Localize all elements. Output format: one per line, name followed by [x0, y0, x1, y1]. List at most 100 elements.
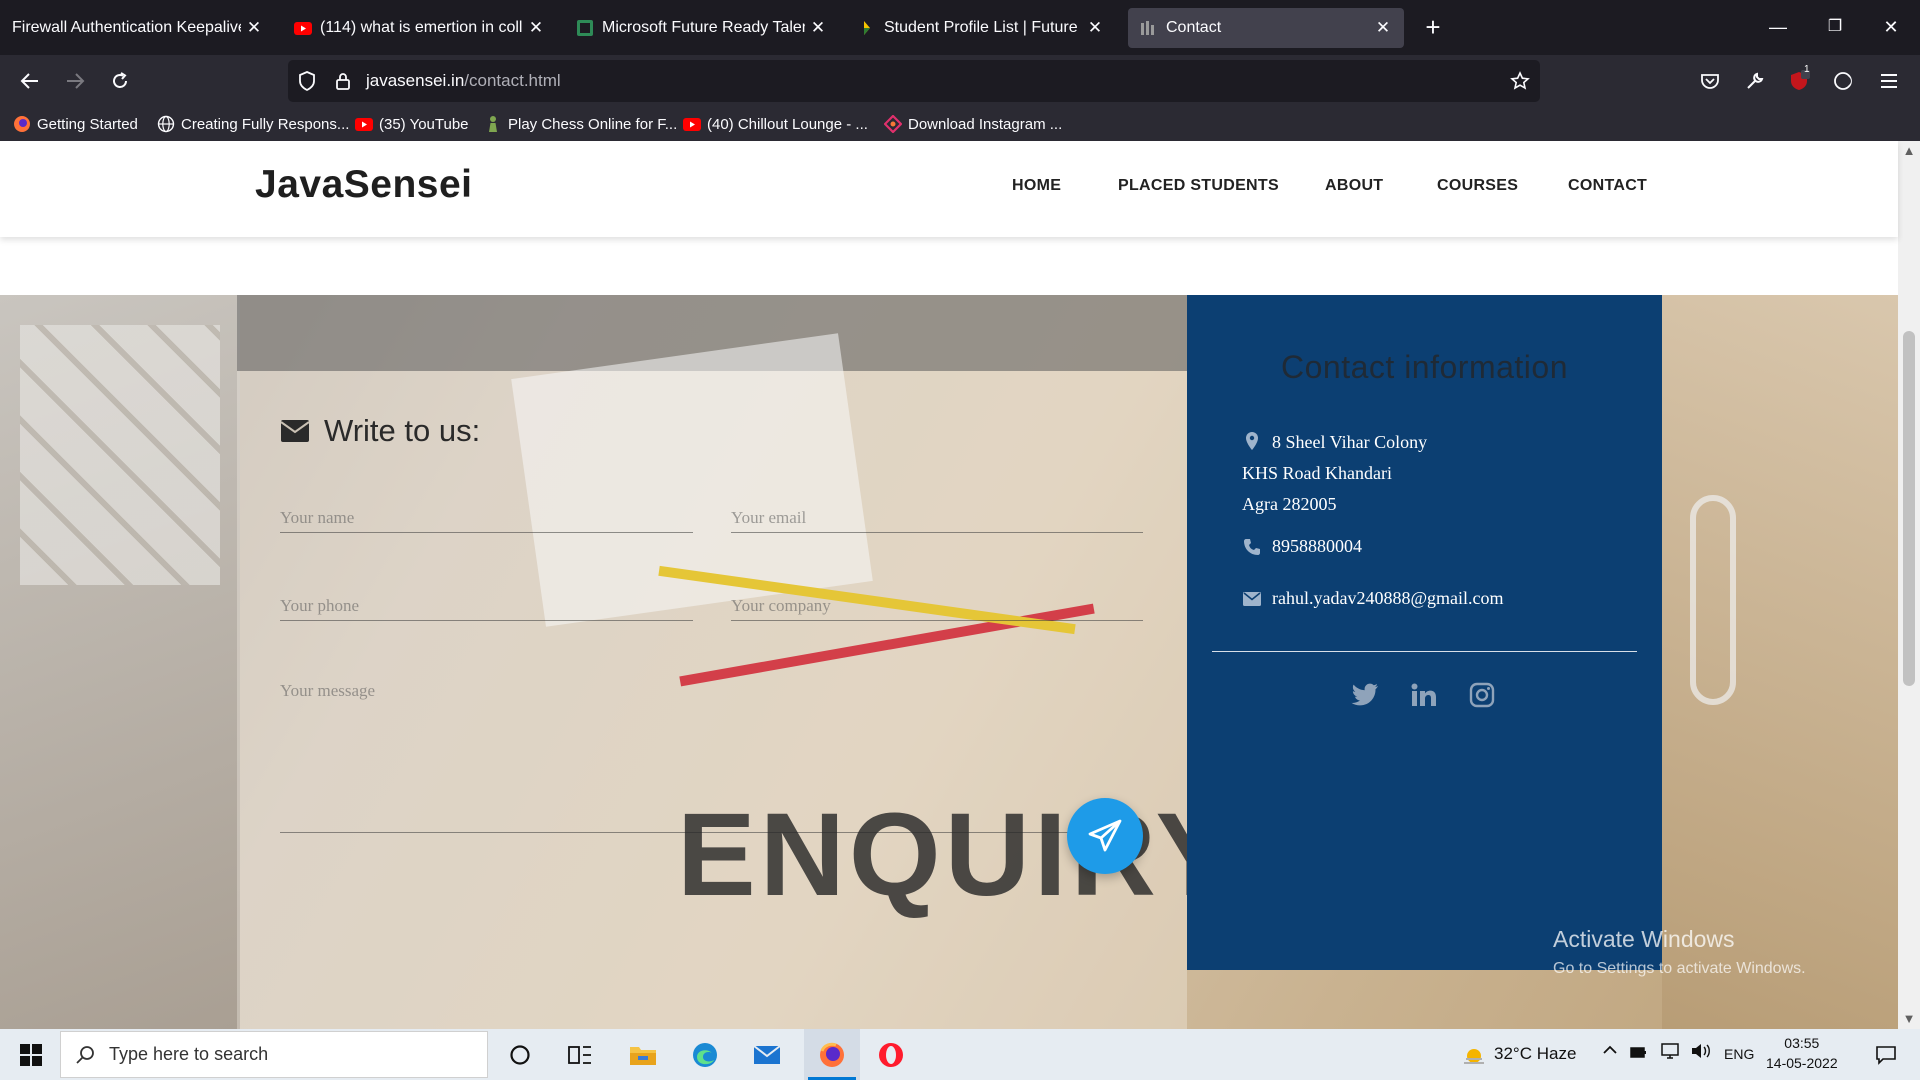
- url-path: /contact.html: [464, 71, 561, 90]
- bookmark-chillout-lounge[interactable]: (40) Chillout Lounge - ...: [683, 113, 868, 135]
- firefox-taskbar-button[interactable]: [804, 1029, 860, 1080]
- battery-icon[interactable]: [1629, 1043, 1647, 1066]
- weather-text[interactable]: 32°C Haze: [1494, 1044, 1576, 1064]
- start-button[interactable]: [8, 1029, 54, 1080]
- tab-youtube-emertion[interactable]: (114) what is emertion in colleg ✕: [282, 8, 557, 48]
- cortana-icon: [510, 1044, 530, 1065]
- star-icon[interactable]: [1509, 70, 1531, 92]
- close-tab-icon[interactable]: ✕: [1374, 19, 1392, 37]
- youtube-icon: [294, 19, 312, 37]
- contact-info-title: Contact information: [1281, 349, 1568, 385]
- notifications-button[interactable]: [1862, 1029, 1910, 1080]
- contact-divider: [1212, 651, 1637, 652]
- email-address[interactable]: rahul.yadav240888@gmail.com: [1272, 583, 1504, 614]
- contact-form-panel: Write to us: ENQUIRY: [237, 295, 1234, 1029]
- address-line-2: KHS Road Khandari: [1242, 463, 1392, 483]
- nav-placed-students[interactable]: PLACED STUDENTS: [1118, 177, 1279, 195]
- tab-contact[interactable]: Contact ✕: [1128, 8, 1404, 48]
- nav-about[interactable]: ABOUT: [1325, 177, 1383, 195]
- page-scrollbar[interactable]: ▲ ▼: [1898, 141, 1920, 1029]
- edge-button[interactable]: [680, 1029, 730, 1080]
- company-input[interactable]: [731, 591, 1143, 620]
- tab-microsoft-future-ready[interactable]: Microsoft Future Ready Talent In ✕: [564, 8, 839, 48]
- nav-contact[interactable]: CONTACT: [1568, 177, 1647, 195]
- url-domain: javasensei.in: [366, 71, 465, 90]
- sync-icon[interactable]: [1826, 64, 1860, 98]
- file-explorer-button[interactable]: [618, 1029, 668, 1080]
- name-input[interactable]: [280, 503, 693, 532]
- cortana-button[interactable]: [497, 1029, 543, 1080]
- reload-button[interactable]: [102, 63, 138, 99]
- lock-icon[interactable]: [332, 70, 354, 92]
- language-indicator[interactable]: ENG: [1724, 1046, 1754, 1062]
- phone-field[interactable]: [280, 591, 693, 621]
- send-button[interactable]: [1067, 798, 1143, 874]
- instagram-icon[interactable]: [1467, 680, 1497, 710]
- url-text[interactable]: javasensei.in/contact.html: [366, 71, 561, 91]
- network-icon[interactable]: [1660, 1042, 1680, 1065]
- minimize-button[interactable]: —: [1755, 10, 1801, 44]
- volume-icon[interactable]: [1690, 1042, 1712, 1065]
- tab-firewall[interactable]: Firewall Authentication Keepalive W ✕: [0, 8, 275, 48]
- taskbar-search-box[interactable]: Type here to search: [60, 1031, 488, 1078]
- mail-button[interactable]: [742, 1029, 792, 1080]
- site-header: JavaSensei HOME PLACED STUDENTS ABOUT CO…: [0, 141, 1898, 237]
- firefox-icon: [13, 115, 31, 133]
- scroll-down-arrow[interactable]: ▼: [1901, 1011, 1917, 1027]
- bookmark-play-chess[interactable]: Play Chess Online for F...: [484, 113, 677, 135]
- tab-student-profile-list[interactable]: Student Profile List | Future Rea ✕: [846, 8, 1116, 48]
- back-button[interactable]: [12, 63, 48, 99]
- activate-windows-subtitle: Go to Settings to activate Windows.: [1553, 960, 1806, 977]
- email-input[interactable]: [731, 503, 1143, 532]
- close-tab-icon[interactable]: ✕: [1086, 19, 1104, 37]
- arrow-right-icon: [67, 73, 85, 89]
- windows-taskbar: Type here to search 32°C Haze ENG 03:55 …: [0, 1029, 1920, 1080]
- clock[interactable]: 03:55 14-05-2022: [1766, 1033, 1838, 1073]
- phone-number[interactable]: 8958880004: [1272, 531, 1362, 562]
- wrench-icon[interactable]: [1738, 64, 1772, 98]
- bookmark-creating-fully-responsive[interactable]: Creating Fully Respons...: [157, 113, 349, 135]
- restore-button[interactable]: ❐: [1812, 10, 1858, 44]
- microsoft-icon: [576, 19, 594, 37]
- twitter-icon[interactable]: [1350, 680, 1380, 710]
- firefox-icon: [820, 1042, 844, 1067]
- close-tab-icon[interactable]: ✕: [527, 19, 545, 37]
- name-field[interactable]: [280, 503, 693, 533]
- menu-icon[interactable]: [1872, 64, 1906, 98]
- close-window-button[interactable]: ✕: [1868, 10, 1914, 44]
- company-field[interactable]: [731, 591, 1143, 621]
- chevron-up-icon[interactable]: [1601, 1041, 1619, 1064]
- email-field[interactable]: [731, 503, 1143, 533]
- opera-button[interactable]: [866, 1029, 916, 1080]
- scrollbar-thumb[interactable]: [1903, 331, 1915, 686]
- page-viewport: JavaSensei HOME PLACED STUDENTS ABOUT CO…: [0, 141, 1920, 1029]
- search-icon: [75, 1045, 95, 1065]
- site-logo[interactable]: JavaSensei: [255, 163, 473, 207]
- linkedin-icon[interactable]: [1409, 680, 1439, 710]
- address-line-1: 8 Sheel Vihar Colony: [1272, 432, 1428, 452]
- bookmark-youtube[interactable]: (35) YouTube: [355, 113, 469, 135]
- task-view-button[interactable]: [557, 1029, 603, 1080]
- scroll-up-arrow[interactable]: ▲: [1901, 143, 1917, 159]
- bookmark-download-instagram[interactable]: Download Instagram ...: [884, 113, 1062, 135]
- close-tab-icon[interactable]: ✕: [809, 19, 827, 37]
- weather-icon[interactable]: [1457, 1029, 1491, 1080]
- phone-input[interactable]: [280, 591, 693, 620]
- pocket-icon[interactable]: [1693, 64, 1727, 98]
- shield-icon[interactable]: [296, 70, 318, 92]
- enquiry-background-text: ENQUIRY: [677, 789, 1239, 921]
- browser-toolbar: javasensei.in/contact.html 1: [0, 55, 1920, 107]
- nav-home[interactable]: HOME: [1012, 177, 1061, 195]
- extension-button[interactable]: 1: [1782, 64, 1816, 98]
- forward-button[interactable]: [57, 63, 93, 99]
- task-view-icon: [568, 1045, 591, 1064]
- new-tab-button[interactable]: +: [1418, 12, 1448, 42]
- close-tab-icon[interactable]: ✕: [245, 19, 263, 37]
- address-bar[interactable]: javasensei.in/contact.html: [288, 60, 1540, 102]
- phone-icon: [1242, 537, 1262, 557]
- chess-icon: [484, 115, 502, 133]
- bookmark-getting-started[interactable]: Getting Started: [13, 113, 138, 135]
- windows-logo-icon: [20, 1043, 42, 1066]
- nav-courses[interactable]: COURSES: [1437, 177, 1518, 195]
- mail-icon: [753, 1044, 781, 1064]
